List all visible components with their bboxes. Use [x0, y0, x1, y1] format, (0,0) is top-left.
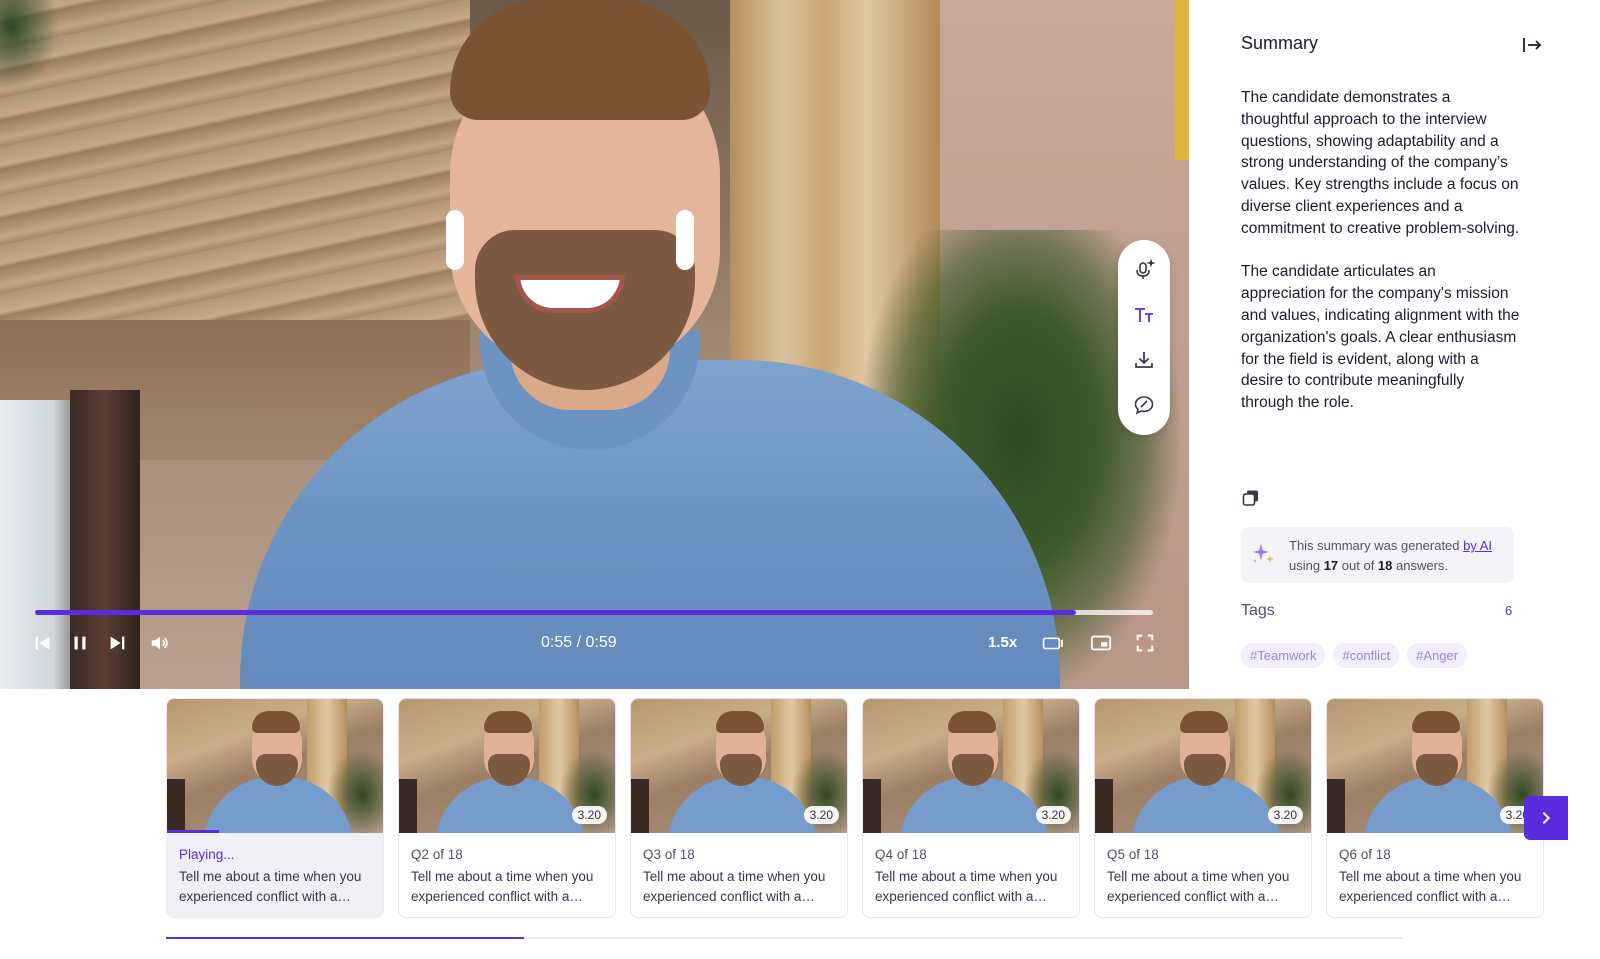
clip-progress — [167, 830, 219, 833]
chevron-right-icon — [1542, 811, 1551, 825]
question-clip-card[interactable]: 3.20 Q5 of 18 Tell me about a time when yo… — [1094, 698, 1312, 918]
tag-list: #Teamwork #conflict #Anger — [1241, 643, 1468, 668]
sparkle-icon — [1251, 541, 1277, 567]
question-clip-card[interactable]: 3.20 Q6 of 18 Tell me about a time when yo… — [1326, 698, 1544, 918]
clip-question: Tell me about a time when you experience… — [875, 869, 1058, 904]
clip-label: Q6 of 18 — [1339, 847, 1391, 862]
skip-back-icon[interactable] — [31, 631, 55, 655]
question-clip-card[interactable]: 3.20 Q4 of 18 Tell me about a time when yo… — [862, 698, 1080, 918]
summary-paragraph: The candidate articulates an appreciatio… — [1241, 263, 1520, 412]
summary-title: Summary — [1241, 33, 1319, 53]
clip-duration: 3.20 — [571, 806, 607, 824]
video-progress-bar[interactable] — [35, 610, 1153, 615]
collapse-panel-icon[interactable] — [1521, 34, 1543, 56]
clip-thumbnail: 3.20 — [863, 699, 1079, 833]
theater-mode-icon[interactable] — [1039, 631, 1067, 655]
playback-time: 0:55 / 0:59 — [541, 634, 617, 651]
pause-icon[interactable] — [68, 631, 92, 655]
summary-paragraph: The candidate demonstrates a thoughtful … — [1241, 89, 1520, 237]
question-clip-card[interactable]: 3.20 Q2 of 18 Tell me about a time when yo… — [398, 698, 616, 918]
clip-thumbnail — [167, 699, 383, 833]
video-progress-fill — [35, 610, 1076, 615]
question-clip-strip: Playing... Tell me about a time when you … — [166, 698, 1544, 920]
summary-panel: Summary The candidate demonstrates a tho… — [1189, 0, 1600, 689]
tag-chip[interactable]: #Anger — [1407, 643, 1468, 668]
tags-count[interactable]: 6 — [1505, 603, 1512, 618]
tag-chip[interactable]: #conflict — [1333, 643, 1400, 668]
clip-label: Playing... — [179, 847, 235, 862]
clip-thumbnail: 3.20 — [631, 699, 847, 833]
volume-icon[interactable] — [148, 631, 172, 655]
question-clip-card[interactable]: Playing... Tell me about a time when you … — [166, 698, 384, 918]
picture-in-picture-icon[interactable] — [1089, 631, 1113, 655]
ai-info-link[interactable]: by AI — [1463, 538, 1492, 553]
summary-body: The candidate demonstrates a thoughtful … — [1241, 87, 1521, 436]
clip-question: Tell me about a time when you experience… — [1339, 869, 1522, 904]
clip-question: Tell me about a time when you experience… — [179, 869, 362, 904]
ai-voice-icon[interactable] — [1129, 255, 1159, 285]
clip-label: Q2 of 18 — [411, 847, 463, 862]
tags-title: Tags — [1241, 602, 1275, 619]
clip-thumbnail: 3.20 — [399, 699, 615, 833]
clip-label: Q4 of 18 — [875, 847, 927, 862]
text-size-icon[interactable] — [1129, 300, 1159, 330]
copy-icon[interactable] — [1241, 488, 1261, 508]
clip-thumbnail: 3.20 — [1327, 699, 1543, 833]
clip-question: Tell me about a time when you experience… — [1107, 869, 1290, 904]
clip-label: Q3 of 18 — [643, 847, 695, 862]
clip-label: Q5 of 18 — [1107, 847, 1159, 862]
video-background — [0, 0, 470, 330]
playback-speed-button[interactable]: 1.5x — [988, 634, 1017, 651]
tag-chip[interactable]: #Teamwork — [1241, 643, 1326, 668]
ai-generated-note: This summary was generated by AI using 1… — [1241, 527, 1514, 583]
strip-scroll-track[interactable] — [166, 937, 1402, 939]
skip-forward-icon[interactable] — [105, 631, 129, 655]
clip-duration: 3.20 — [1035, 806, 1071, 824]
video-player[interactable]: 0:55 / 0:59 1.5x — [0, 0, 1212, 689]
clip-question: Tell me about a time when you experience… — [411, 869, 594, 904]
next-clips-button[interactable] — [1524, 796, 1568, 840]
clip-duration: 3.20 — [803, 806, 839, 824]
clip-thumbnail: 3.20 — [1095, 699, 1311, 833]
clip-duration: 3.20 — [1267, 806, 1303, 824]
strip-scroll-thumb[interactable] — [166, 937, 525, 939]
comment-icon[interactable] — [1129, 390, 1159, 420]
clip-question: Tell me about a time when you experience… — [643, 869, 826, 904]
question-clip-card[interactable]: 3.20 Q3 of 18 Tell me about a time when yo… — [630, 698, 848, 918]
video-tools-toolbar — [1118, 240, 1170, 435]
fullscreen-icon[interactable] — [1133, 631, 1157, 655]
download-icon[interactable] — [1129, 345, 1159, 375]
